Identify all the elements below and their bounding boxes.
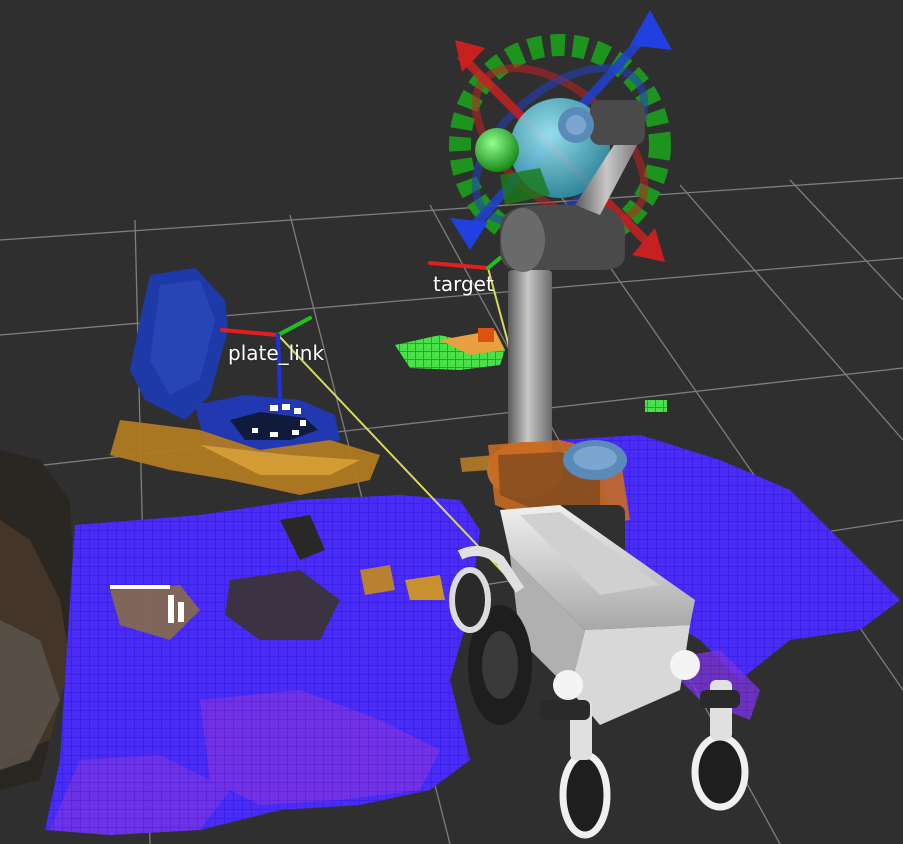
y-handle[interactable] (475, 128, 519, 172)
target-label: target (433, 272, 494, 296)
z-arrow-neg-icon[interactable] (450, 218, 488, 250)
target-axes (428, 256, 502, 270)
3d-viewport[interactable]: plate_link target (0, 0, 903, 844)
z-arrow-icon[interactable] (630, 10, 672, 50)
target-pointcloud (395, 328, 505, 370)
scene-canvas[interactable] (0, 0, 903, 844)
plate-link-label: plate_link (228, 341, 325, 365)
